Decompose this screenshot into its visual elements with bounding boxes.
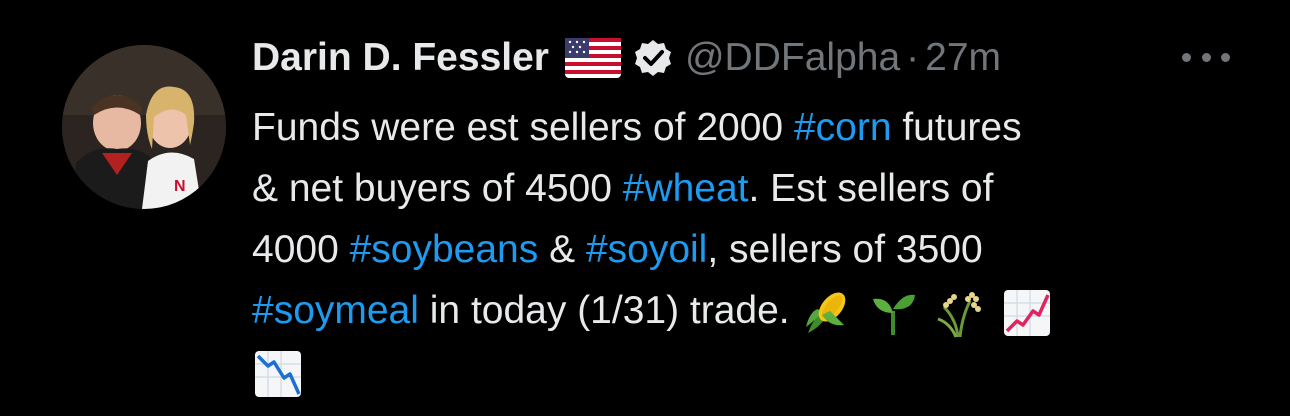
more-options-icon[interactable] bbox=[1182, 47, 1230, 67]
seedling-icon bbox=[867, 287, 919, 339]
ear-of-corn-icon bbox=[800, 287, 852, 339]
author-name[interactable]: Darin D. Fessler bbox=[252, 36, 549, 80]
timestamp[interactable]: 27m bbox=[925, 36, 1001, 80]
text-segment: . Est sellers of bbox=[748, 167, 994, 210]
sheaf-of-rice-icon bbox=[934, 287, 986, 339]
hashtag-soybeans[interactable]: #soybeans bbox=[350, 228, 539, 271]
hashtag-soyoil[interactable]: #soyoil bbox=[586, 228, 707, 271]
hashtag-corn[interactable]: #corn bbox=[794, 106, 892, 149]
us-flag-icon bbox=[564, 38, 621, 78]
verified-badge-icon[interactable] bbox=[633, 38, 673, 78]
more-dot bbox=[1221, 52, 1230, 62]
hashtag-soymeal[interactable]: #soymeal bbox=[252, 289, 419, 332]
separator-dot: · bbox=[906, 36, 920, 79]
tweet-line: Funds were est sellers of 2000 #corn fut… bbox=[252, 97, 1252, 158]
text-segment: futures bbox=[891, 106, 1022, 149]
tweet-line: 4000 #soybeans & #soyoil, sellers of 350… bbox=[252, 219, 1252, 280]
author-handle[interactable]: @DDFalpha bbox=[685, 36, 900, 80]
text-segment: & net buyers of 4500 bbox=[252, 167, 623, 210]
tweet-line bbox=[252, 341, 1252, 402]
tweet-header: Darin D. Fessler @DDFalpha · 27m bbox=[252, 30, 1001, 86]
chart-increasing-icon bbox=[1001, 287, 1053, 339]
more-dot bbox=[1182, 52, 1191, 62]
avatar[interactable]: N bbox=[62, 45, 226, 209]
more-dot bbox=[1201, 52, 1211, 62]
text-segment: 4000 bbox=[252, 228, 350, 271]
svg-text:N: N bbox=[174, 178, 186, 195]
text-segment: , sellers of 3500 bbox=[707, 228, 983, 271]
text-segment: in today (1/31) trade. bbox=[418, 289, 801, 332]
text-segment: Funds were est sellers of 2000 bbox=[252, 106, 794, 149]
tweet-line: #soymeal in today (1/31) trade. bbox=[252, 280, 1252, 341]
tweet[interactable]: N Darin D. Fessler @DDFalpha · 27m Funds… bbox=[0, 0, 1290, 416]
tweet-line: & net buyers of 4500 #wheat. Est sellers… bbox=[252, 158, 1252, 219]
avatar-photo: N bbox=[62, 45, 226, 209]
text-segment: & bbox=[538, 228, 586, 271]
tweet-text: Funds were est sellers of 2000 #corn fut… bbox=[252, 97, 1252, 402]
chart-decreasing-icon bbox=[252, 348, 304, 400]
hashtag-wheat[interactable]: #wheat bbox=[623, 167, 749, 210]
